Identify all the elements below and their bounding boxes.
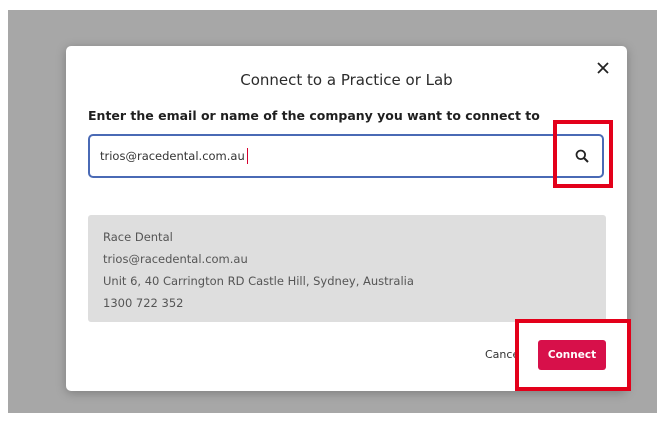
company-name: Race Dental: [103, 230, 173, 244]
connect-button-highlight: [515, 319, 631, 391]
search-prompt-label: Enter the email or name of the company y…: [88, 108, 540, 123]
search-field: [88, 134, 604, 178]
dialog-title: Connect to a Practice or Lab: [240, 71, 453, 89]
close-button[interactable]: [591, 56, 615, 80]
search-button-highlight: [553, 120, 613, 188]
company-address: Unit 6, 40 Carrington RD Castle Hill, Sy…: [103, 274, 414, 288]
company-result-card[interactable]: Race Dental trios@racedental.com.au Unit…: [88, 215, 606, 322]
text-caret: [247, 148, 248, 164]
close-icon: [597, 62, 609, 74]
search-input[interactable]: [100, 136, 540, 176]
company-email: trios@racedental.com.au: [103, 252, 248, 266]
company-phone: 1300 722 352: [103, 296, 184, 310]
